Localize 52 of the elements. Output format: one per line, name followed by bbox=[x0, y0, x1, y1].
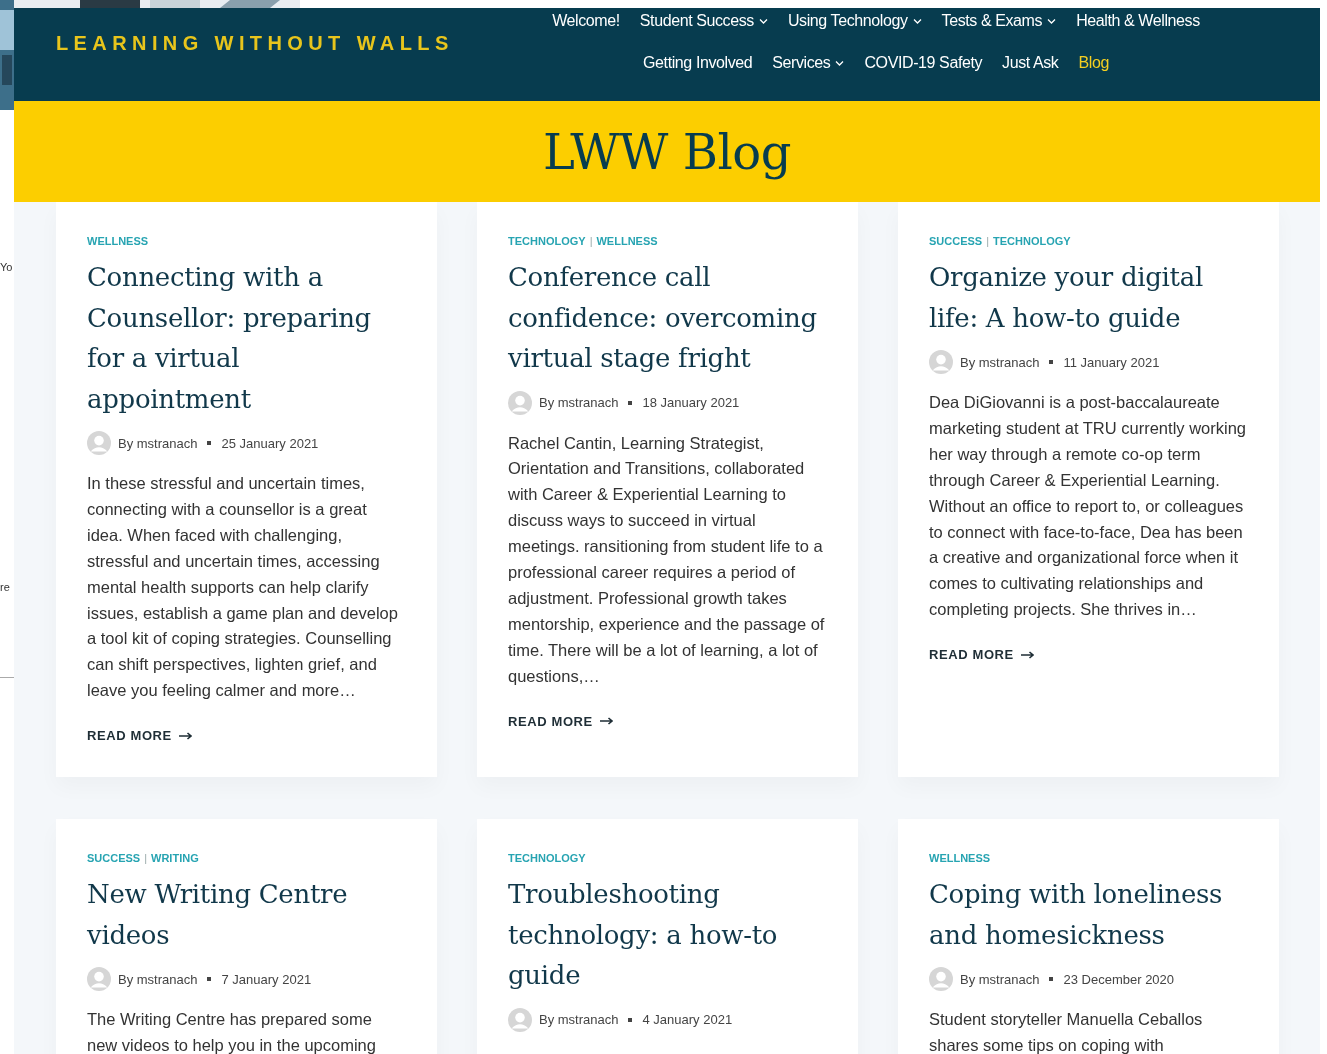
post-date: 11 January 2021 bbox=[1063, 354, 1160, 370]
post-date: 4 January 2021 bbox=[642, 1012, 733, 1028]
read-more-link[interactable]: READ MORE bbox=[508, 713, 613, 729]
read-more-link[interactable]: READ MORE bbox=[87, 728, 192, 744]
post-title[interactable]: Connecting with a Counsellor: preparing for a virtual appointment bbox=[87, 257, 406, 419]
separator: | bbox=[589, 235, 593, 247]
nav-link[interactable]: Blog bbox=[1078, 54, 1109, 72]
avatar-icon bbox=[929, 967, 953, 992]
author-link[interactable]: By mstranach bbox=[539, 395, 619, 410]
avatar-icon bbox=[508, 1007, 532, 1032]
nav-link[interactable]: Student Success bbox=[639, 12, 768, 30]
nav-link[interactable]: Health & Wellness bbox=[1076, 12, 1200, 30]
nav-link[interactable]: Services bbox=[772, 54, 845, 72]
text-fragment: Yo bbox=[0, 261, 13, 273]
avatar-icon bbox=[929, 350, 953, 374]
post-excerpt: Student storyteller Manuella Ceballos shares some tips on coping with bbox=[929, 1009, 1204, 1054]
post-title[interactable]: Conference call confidence: overcoming virtual stage fright bbox=[508, 257, 827, 379]
nav-link[interactable]: Tests & Exams bbox=[941, 12, 1057, 30]
post-title[interactable]: New Writing Centre videos bbox=[87, 874, 406, 956]
site-logo[interactable]: LEARNING WITHOUT WALLS bbox=[14, 8, 511, 101]
post-excerpt: Dea DiGiovanni is a post-baccalaureate marketing student at TRU currently working her way through a remote co-op term through Career & Experiential Learning. Without an office to report to, or colleagues to connect with face-to-face, Dea has been a creative and organizational force when it comes to cultivating relationships and completing projects. She thrives in… bbox=[929, 392, 1247, 621]
author-link[interactable]: By mstranach bbox=[960, 354, 1040, 370]
nav-link[interactable]: Just Ask bbox=[1002, 54, 1059, 72]
arrow-right-icon bbox=[178, 731, 192, 740]
post-title[interactable]: Organize your digital life: A how-to guide bbox=[929, 257, 1248, 338]
post-date: 18 January 2021 bbox=[642, 395, 740, 410]
author-link[interactable]: By mstranach bbox=[118, 971, 198, 987]
text-fragment: re bbox=[0, 581, 10, 593]
nav-link[interactable]: Welcome! bbox=[552, 12, 620, 30]
post-excerpt: In these stressful and uncertain times, connecting with a counsellor is a great idea. When faced with challenging, stressful and uncertain times, accessing mental health supports can help clarify issues, establish a game plan and develop a tool kit of coping strategies. Counselling can shift perspectives, lighten grief, and leave you feeling calmer and more… bbox=[87, 473, 399, 702]
author-link[interactable]: By mstranach bbox=[960, 971, 1040, 987]
arrow-right-icon bbox=[599, 717, 613, 726]
avatar-icon bbox=[508, 390, 532, 415]
nav-link[interactable]: COVID-19 Safety bbox=[864, 54, 983, 72]
separator: | bbox=[986, 235, 990, 247]
post-date: 7 January 2021 bbox=[221, 971, 312, 987]
post-date: 25 January 2021 bbox=[221, 435, 319, 451]
post-title[interactable]: Coping with loneliness and homesickness bbox=[929, 874, 1248, 956]
author-link[interactable]: By mstranach bbox=[118, 435, 198, 451]
post-title[interactable]: Troubleshooting technology: a how-to guide bbox=[508, 874, 827, 996]
nav-link[interactable]: Getting Involved bbox=[643, 54, 753, 72]
post-excerpt: The Writing Centre has prepared some new videos to help you in the upcoming bbox=[87, 1009, 377, 1054]
post-excerpt: Rachel Cantin, Learning Strategist, Orientation and Transitions, collaborated with Career & Experiential Learning to discuss ways to succeed in virtual meetings. ransitioning from student life to a professional career requires a period of adjustment. Professional growth takes mentorship, experience and the passage of time. There will be a lot of learning, a lot of questions,… bbox=[508, 432, 826, 687]
arrow-right-icon bbox=[1020, 650, 1034, 659]
author-link[interactable]: By mstranach bbox=[539, 1012, 619, 1028]
read-more-link[interactable]: READ MORE bbox=[929, 647, 1034, 663]
page-title: LWW Blog bbox=[543, 123, 791, 180]
nav-link[interactable]: Using Technology bbox=[787, 12, 922, 30]
avatar-icon bbox=[87, 431, 111, 455]
post-date: 23 December 2020 bbox=[1063, 971, 1175, 987]
separator: | bbox=[144, 852, 148, 865]
avatar-icon bbox=[87, 967, 111, 992]
